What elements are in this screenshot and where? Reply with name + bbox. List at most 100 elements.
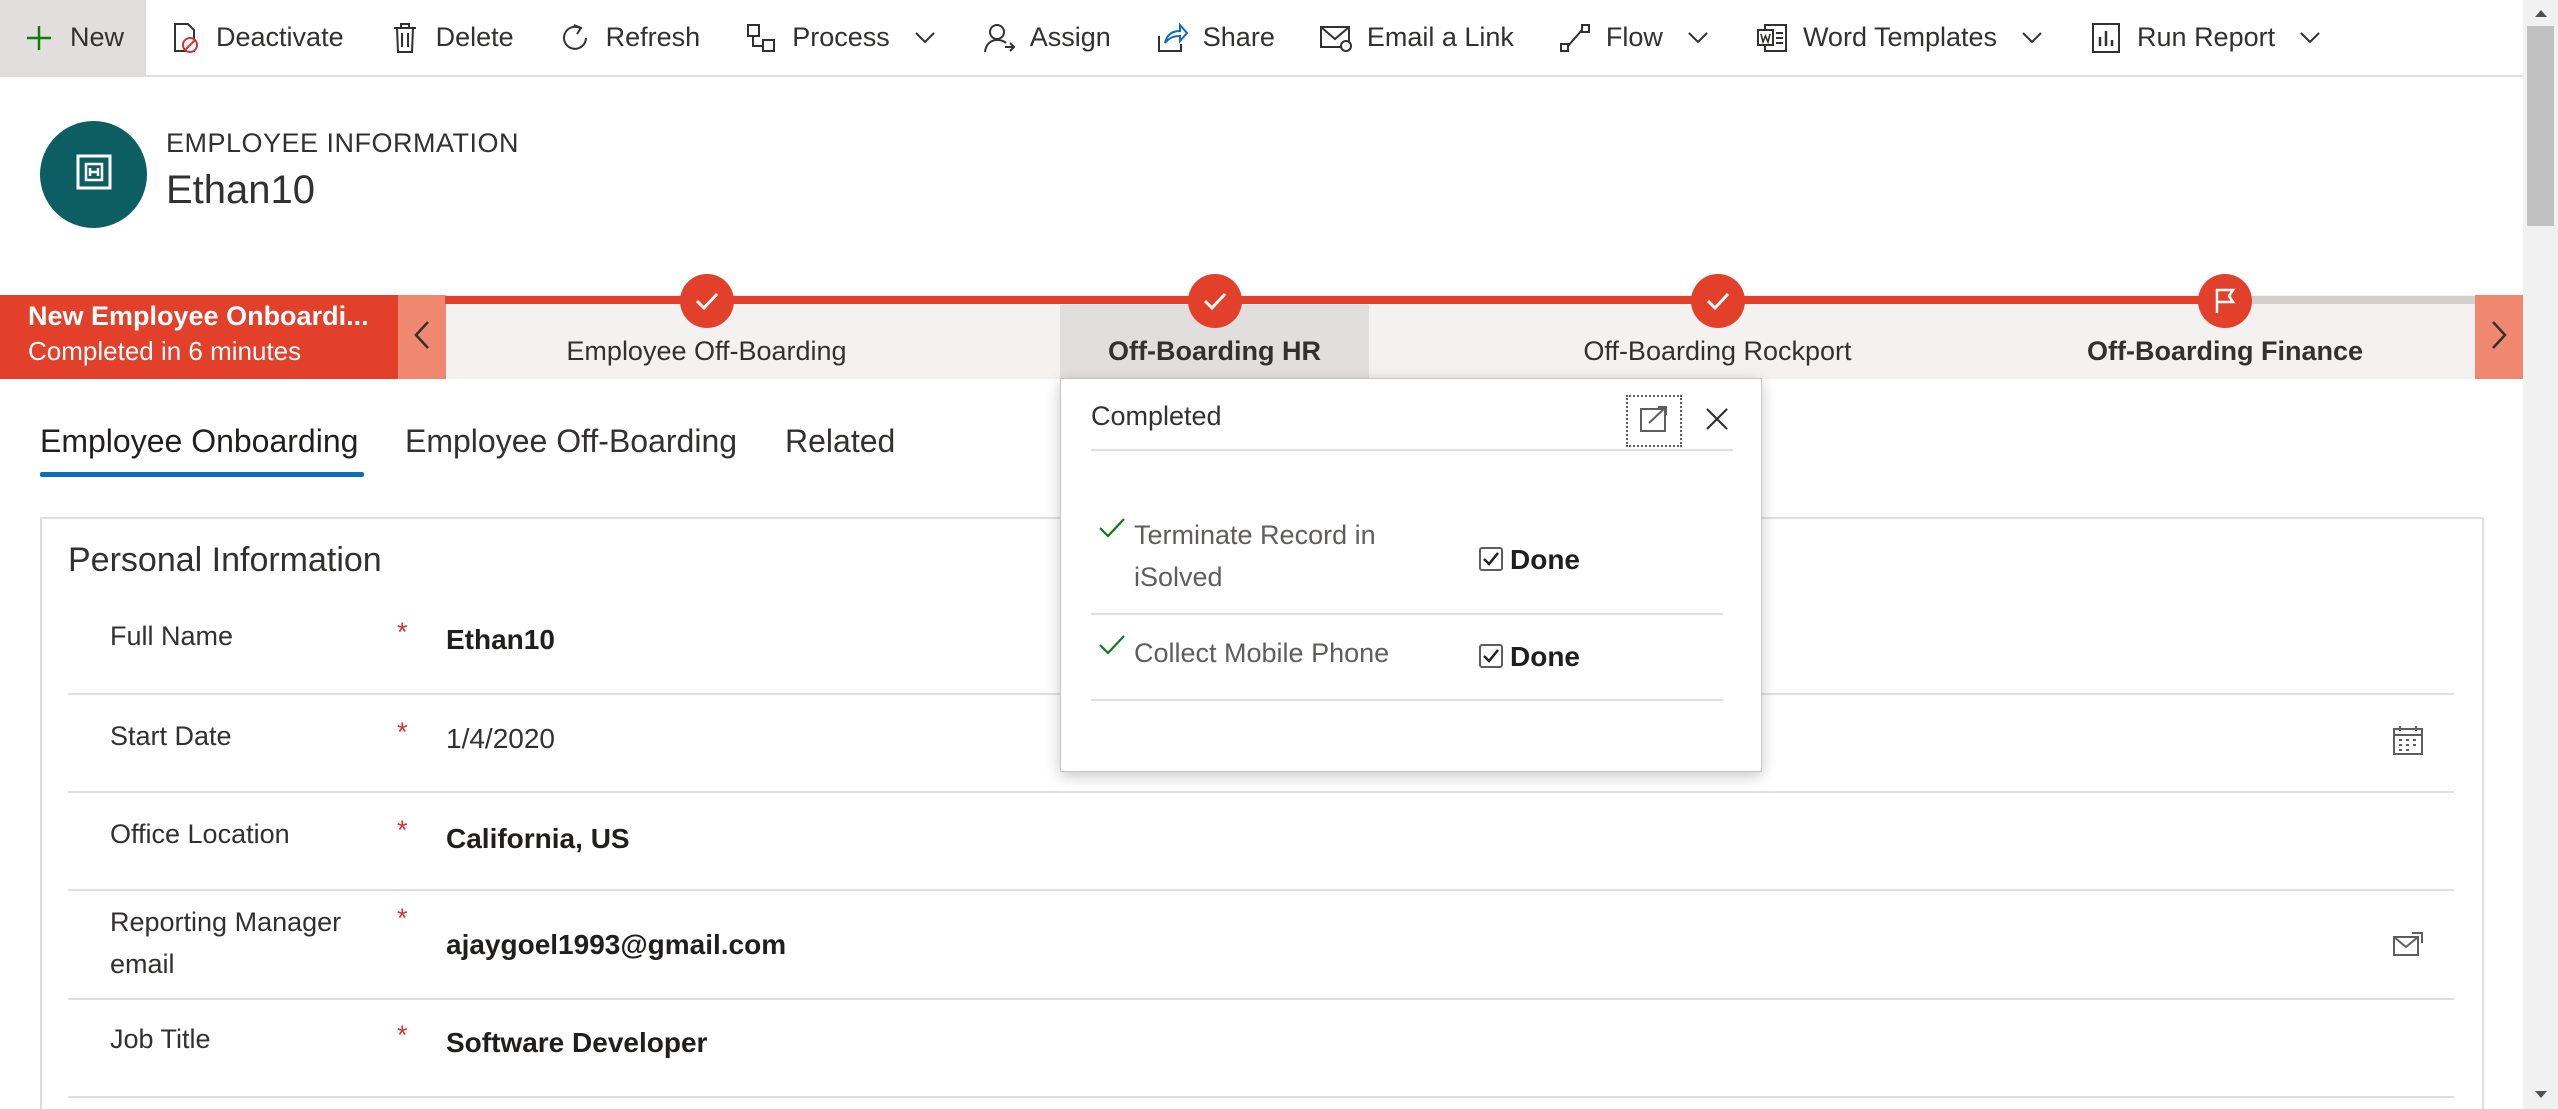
stage-label: Off-Boarding HR	[1108, 336, 1321, 366]
report-icon	[2089, 21, 2123, 55]
tab-employee-onboarding[interactable]: Employee Onboarding	[40, 423, 358, 460]
send-email-icon[interactable]	[2390, 927, 2426, 963]
stage-completed-check-icon[interactable]	[1691, 274, 1745, 328]
delete-label: Delete	[435, 22, 514, 52]
divider	[1091, 613, 1723, 615]
tab-related[interactable]: Related	[785, 423, 895, 460]
field-label: Office Location	[110, 819, 290, 849]
flow-icon	[1558, 21, 1592, 55]
close-flyout-button[interactable]	[1689, 395, 1745, 447]
field-row-office-location: Office Location * California, US	[68, 793, 2454, 891]
close-icon	[1704, 406, 1730, 437]
active-tab-indicator	[40, 472, 364, 477]
process-icon	[744, 21, 778, 55]
office-location-field[interactable]: California, US	[446, 823, 630, 855]
deactivate-label: Deactivate	[216, 22, 344, 52]
chevron-down-icon	[1685, 25, 1711, 51]
process-next-button[interactable]	[2475, 295, 2523, 379]
assign-button[interactable]: Assign	[960, 0, 1133, 76]
stage-flag-icon[interactable]	[2198, 274, 2252, 328]
run-report-button[interactable]: Run Report	[2067, 0, 2345, 76]
deactivate-icon	[168, 21, 202, 55]
record-title: Ethan10	[166, 168, 316, 212]
stage-completed-check-icon[interactable]	[1188, 274, 1242, 328]
step-done-checkbox[interactable]	[1479, 547, 1503, 571]
reporting-manager-email-field[interactable]: ajaygoel1993@gmail.com	[446, 929, 786, 961]
chevron-down-icon	[2019, 25, 2045, 51]
required-indicator: *	[397, 903, 408, 933]
divider	[1091, 449, 1733, 451]
step-value: Done	[1510, 641, 1580, 672]
entity-avatar	[40, 121, 147, 228]
required-indicator: *	[397, 815, 408, 845]
field-label: Job Title	[110, 1024, 211, 1054]
flow-button[interactable]: Flow	[1536, 0, 1733, 76]
email-link-icon	[1319, 21, 1353, 55]
deactivate-button[interactable]: Deactivate	[146, 0, 366, 76]
chevron-down-icon	[912, 25, 938, 51]
flyout-title: Completed	[1091, 401, 1222, 431]
flow-label: Flow	[1605, 22, 1663, 52]
share-label: Share	[1202, 22, 1275, 52]
person-icon	[982, 21, 1016, 55]
active-process-name: New Employee Onboardi...	[28, 301, 369, 331]
expand-flyout-button[interactable]	[1626, 395, 1682, 447]
process-remaining-line	[2223, 296, 2475, 304]
section-title: Personal Information	[68, 541, 382, 579]
command-bar: New Deactivate Delete Refresh Process As…	[0, 0, 2523, 77]
step-label: Terminate Record in iSolved	[1134, 520, 1376, 592]
scrollbar-thumb[interactable]	[2527, 26, 2554, 226]
process-label: Process	[792, 22, 890, 52]
step-complete-check-icon	[1097, 633, 1127, 663]
field-label: Full Name	[110, 621, 234, 651]
required-indicator: *	[397, 717, 408, 747]
step-value: Done	[1510, 544, 1580, 575]
step-done-checkbox[interactable]	[1479, 644, 1503, 668]
active-process-button[interactable]: New Employee Onboardi... Completed in 6 …	[0, 295, 398, 379]
stage-flyout: Completed Terminate Record in iSolved Do…	[1060, 378, 1762, 772]
delete-button[interactable]: Delete	[366, 0, 536, 76]
trash-icon	[388, 21, 422, 55]
entity-icon	[74, 152, 114, 197]
scroll-down-icon[interactable]	[2527, 1084, 2554, 1106]
refresh-button[interactable]: Refresh	[536, 0, 723, 76]
chevron-left-icon	[413, 320, 431, 355]
field-row-job-title: Job Title * Software Developer	[68, 1000, 2454, 1098]
share-button[interactable]: Share	[1133, 0, 1297, 76]
word-templates-button[interactable]: Word Templates	[1733, 0, 2067, 76]
word-icon	[1755, 21, 1789, 55]
expand-icon	[1639, 405, 1669, 438]
full-name-field[interactable]: Ethan10	[446, 624, 555, 656]
new-button[interactable]: New	[0, 0, 147, 76]
job-title-field[interactable]: Software Developer	[446, 1027, 707, 1059]
step-complete-check-icon	[1097, 516, 1127, 546]
chevron-right-icon	[2490, 320, 2508, 355]
refresh-icon	[558, 21, 592, 55]
stage-label: Off-Boarding Finance	[2087, 336, 2363, 366]
scroll-up-icon[interactable]	[2527, 2, 2554, 24]
start-date-field[interactable]: 1/4/2020	[446, 723, 555, 755]
required-indicator: *	[397, 1020, 408, 1050]
step-label: Collect Mobile Phone	[1134, 638, 1390, 668]
plus-icon	[22, 21, 56, 55]
stage-label: Employee Off-Boarding	[566, 336, 847, 366]
required-indicator: *	[397, 617, 408, 647]
run-report-label: Run Report	[2137, 22, 2276, 52]
assign-label: Assign	[1029, 22, 1111, 52]
active-process-status: Completed in 6 minutes	[28, 336, 302, 366]
share-icon	[1155, 21, 1189, 55]
refresh-label: Refresh	[605, 22, 701, 52]
word-templates-label: Word Templates	[1802, 22, 1998, 52]
process-button[interactable]: Process	[722, 0, 960, 76]
email-link-button[interactable]: Email a Link	[1297, 0, 1536, 76]
process-prev-button[interactable]	[398, 295, 446, 379]
divider	[1091, 699, 1723, 701]
field-label: Reporting Manager email	[110, 907, 342, 979]
stage-label: Off-Boarding Rockport	[1583, 336, 1852, 366]
entity-type-label: EMPLOYEE INFORMATION	[166, 128, 520, 158]
email-link-label: Email a Link	[1366, 22, 1514, 52]
tab-employee-off-boarding[interactable]: Employee Off-Boarding	[405, 423, 737, 460]
calendar-icon[interactable]	[2390, 722, 2426, 758]
stage-completed-check-icon[interactable]	[680, 274, 734, 328]
new-label: New	[70, 22, 125, 52]
